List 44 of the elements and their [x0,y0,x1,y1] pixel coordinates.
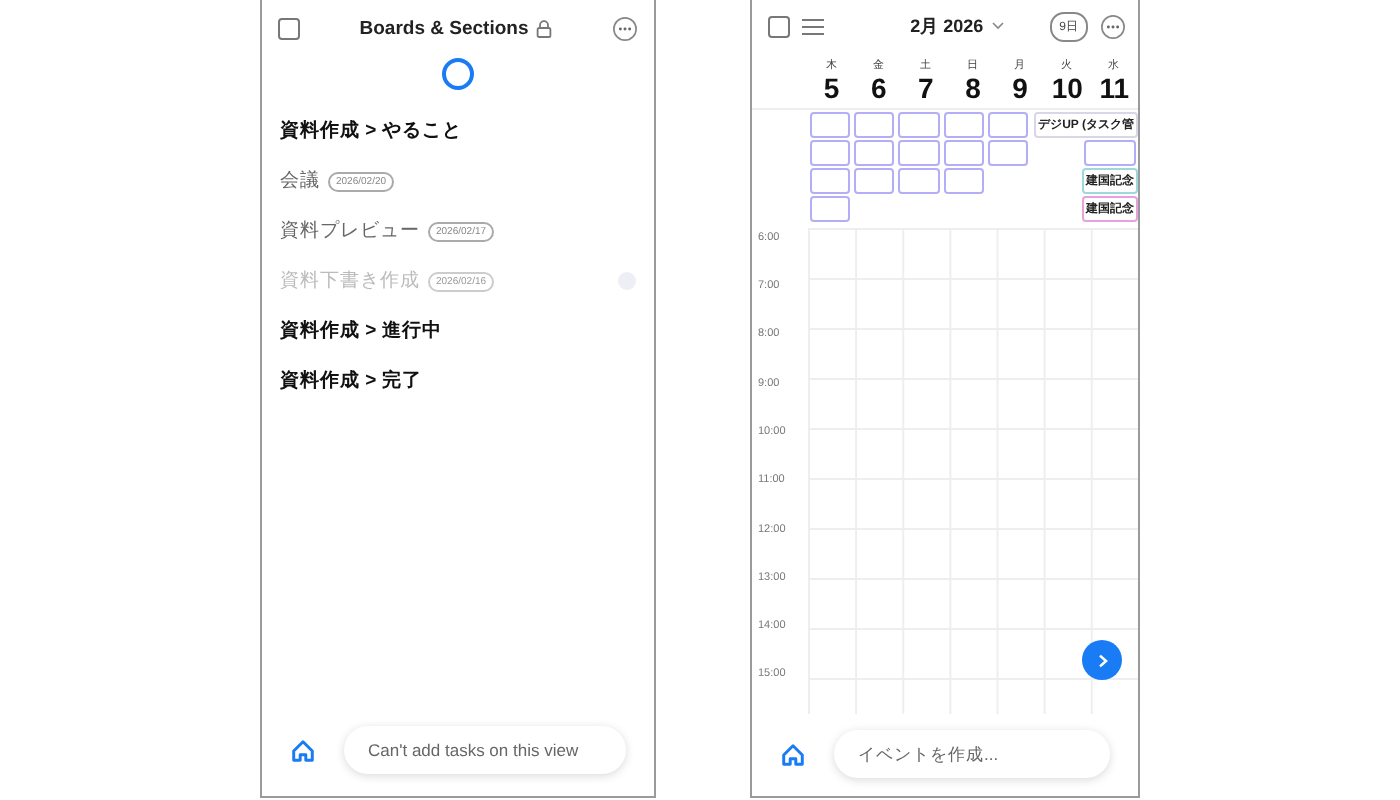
more-icon[interactable] [612,15,638,41]
event-chip[interactable] [943,111,984,138]
day-number[interactable]: 8 [965,71,981,104]
chevron-down-icon[interactable] [991,22,1004,31]
day-number[interactable]: 10 [1051,71,1083,104]
event-chip[interactable] [810,111,851,138]
event-chip[interactable] [810,195,851,222]
screen-title: Boards & Sections [359,17,529,39]
event-chip[interactable] [854,139,895,166]
task-title[interactable]: 資料プレビュー [280,218,420,244]
day-number[interactable]: 5 [823,71,840,104]
chevron-right-icon [1097,653,1107,667]
event-chip[interactable] [854,167,895,194]
checkbox[interactable] [768,15,790,38]
task-title[interactable]: 会議 [280,168,320,194]
create-event-field[interactable]: イベントを作成... [834,730,1110,779]
day-number[interactable]: 11 [1099,71,1130,104]
event-chip[interactable] [898,167,940,194]
event-chip[interactable] [854,111,895,138]
event-chip[interactable] [898,139,940,166]
more-icon[interactable] [1100,13,1126,40]
next-button[interactable] [1082,640,1122,680]
event-chip[interactable] [943,167,984,194]
event-chip[interactable] [810,167,851,194]
day-number[interactable]: 6 [870,71,887,104]
month-title[interactable]: 2月 2026 [910,13,984,40]
checkbox[interactable] [278,17,300,39]
home-icon[interactable] [290,737,316,763]
event-chip[interactable] [943,139,984,166]
section-heading[interactable]: 資料作成 > 完了 [280,368,422,394]
day-number[interactable]: 9 [1012,71,1028,104]
home-icon[interactable] [780,741,806,768]
section-heading[interactable]: 資料作成 > やること [280,118,462,144]
loading-spinner [442,58,474,90]
add-task-field[interactable]: Can't add tasks on this view [344,726,626,774]
day-number[interactable]: 7 [918,71,934,104]
event-chip[interactable] [810,139,851,166]
event-chip[interactable] [1084,139,1136,166]
lock-icon [536,19,553,37]
menu-icon[interactable] [802,17,824,36]
section-heading[interactable]: 資料作成 > 進行中 [280,318,442,344]
event-chip[interactable] [987,139,1029,166]
event-chip[interactable] [987,111,1029,138]
event-chip[interactable] [898,111,940,138]
